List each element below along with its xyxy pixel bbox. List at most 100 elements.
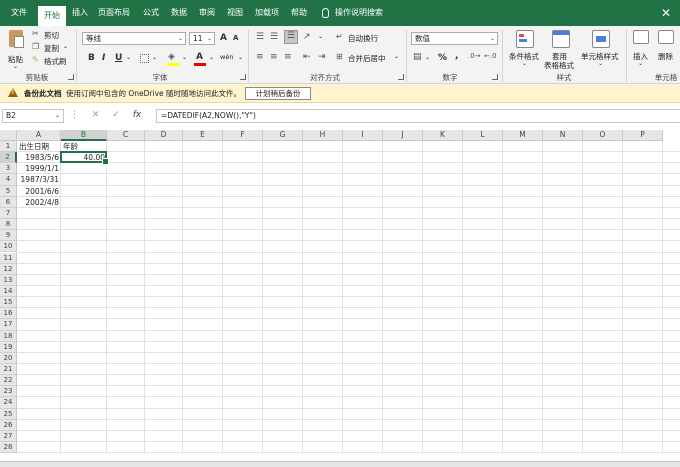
row-header-19[interactable]: 19 [0, 341, 17, 353]
decrease-indent-icon[interactable]: ⇤ [303, 52, 311, 62]
row-header-26[interactable]: 26 [0, 419, 17, 431]
align-center-icon[interactable]: ≡ [270, 52, 278, 62]
column-header-b[interactable]: B [61, 130, 107, 141]
decrease-decimal-icon[interactable]: ←.0 [484, 52, 497, 60]
row-header-20[interactable]: 20 [0, 352, 17, 364]
delete-cells-button[interactable]: 删除 [656, 30, 680, 70]
row-header-23[interactable]: 23 [0, 386, 17, 398]
cell-a1[interactable]: 出生日期 [19, 141, 59, 152]
italic-button[interactable]: I [102, 53, 105, 63]
row-header-27[interactable]: 27 [0, 430, 17, 443]
row-header-13[interactable]: 13 [0, 274, 17, 286]
row-header-17[interactable]: 17 [0, 319, 17, 331]
alignment-launcher-icon[interactable] [398, 74, 404, 80]
row-header-8[interactable]: 8 [0, 219, 17, 231]
tab-help[interactable]: 帮助 [288, 0, 310, 26]
insert-function-icon[interactable]: fx [133, 110, 142, 120]
tab-review[interactable]: 审阅 [196, 0, 218, 26]
row-header-12[interactable]: 12 [0, 263, 17, 275]
cell-a3[interactable]: 1999/1/1 [19, 163, 59, 174]
cell-styles-button[interactable]: 单元格样式 ⌄ [580, 30, 622, 70]
cancel-icon[interactable]: ✕ [92, 110, 100, 120]
column-header-h[interactable]: H [303, 130, 343, 141]
select-all-corner[interactable] [0, 130, 17, 141]
conditional-formatting-button[interactable]: 条件格式 ⌄ [508, 30, 542, 70]
font-launcher-icon[interactable] [240, 74, 246, 80]
worksheet-grid[interactable]: A B C D E F G H I J K L M N O P 1 2 3 4 5 6 7 8 9 10 11 12 13 14 15 16 1… [0, 130, 680, 461]
cell-a2[interactable]: 1983/5/6 [19, 152, 59, 163]
tell-me-search[interactable]: 操作说明搜索 [322, 0, 383, 26]
column-header-g[interactable]: G [263, 130, 303, 141]
shrink-font-button[interactable]: A [233, 34, 238, 42]
row-header-22[interactable]: 22 [0, 375, 17, 387]
column-header-l[interactable]: L [463, 130, 503, 141]
chevron-down-icon[interactable]: ⌄ [209, 54, 214, 61]
wrap-text-button[interactable]: ↵ 自动换行 [336, 32, 396, 44]
font-name-select[interactable]: 等线 ⌄ [82, 32, 186, 45]
name-box[interactable]: B2 ⌄ [2, 109, 64, 123]
underline-button[interactable]: U [115, 53, 122, 63]
cell-a6[interactable]: 2002/4/8 [19, 197, 59, 208]
formula-input[interactable]: =DATEDIF(A2,NOW(),"Y") [156, 109, 680, 123]
row-header-28[interactable]: 28 [0, 442, 17, 454]
increase-indent-icon[interactable]: ⇥ [318, 52, 326, 62]
paste-button[interactable]: 粘贴 ⌄ [6, 30, 28, 70]
format-painter-button[interactable]: ✎ 格式刷 [32, 55, 72, 66]
phonetic-button[interactable]: wén [220, 53, 233, 61]
number-format-select[interactable]: 数值 ⌄ [411, 32, 498, 45]
row-header-4[interactable]: 4 [0, 174, 17, 186]
column-header-p[interactable]: P [623, 130, 663, 141]
chevron-down-icon[interactable]: ⌄ [126, 54, 131, 61]
merge-center-button[interactable]: ⊞ 合并后居中 ⌄ [336, 52, 402, 64]
tab-page-layout[interactable]: 页面布局 [96, 0, 132, 26]
format-as-table-button[interactable]: 套用 表格格式 [544, 30, 578, 70]
row-header-2[interactable]: 2 [0, 152, 17, 164]
align-top-icon[interactable]: ☰ [256, 32, 264, 42]
bold-button[interactable]: B [88, 53, 95, 63]
column-header-i[interactable]: I [343, 130, 383, 141]
tab-home[interactable]: 开始 [38, 6, 66, 26]
orientation-icon[interactable]: ↗ [303, 32, 311, 42]
tab-formulas[interactable]: 公式 [140, 0, 162, 26]
row-header-9[interactable]: 9 [0, 230, 17, 242]
chevron-down-icon[interactable]: ⌄ [182, 54, 187, 61]
chevron-down-icon[interactable]: ⌄ [425, 54, 430, 61]
chevron-down-icon[interactable]: ⌄ [238, 54, 243, 61]
number-launcher-icon[interactable] [492, 74, 498, 80]
align-middle-icon[interactable]: ☰ [270, 32, 278, 42]
schedule-backup-button[interactable]: 计划稍后备份 [245, 87, 311, 100]
align-right-icon[interactable]: ≡ [284, 52, 292, 62]
comma-style-button[interactable]: , [455, 51, 458, 61]
chevron-down-icon[interactable]: ⌄ [152, 54, 157, 61]
grow-font-button[interactable]: A [220, 33, 227, 43]
clipboard-launcher-icon[interactable] [68, 74, 74, 80]
row-header-3[interactable]: 3 [0, 163, 17, 175]
increase-decimal-icon[interactable]: .0→ [468, 52, 481, 60]
enter-icon[interactable]: ✓ [112, 110, 120, 120]
font-color-button[interactable]: A [194, 52, 208, 66]
column-header-a[interactable]: A [17, 130, 61, 141]
row-header-6[interactable]: 6 [0, 196, 17, 208]
column-header-e[interactable]: E [183, 130, 223, 141]
close-icon[interactable]: ✕ [656, 0, 676, 26]
row-header-25[interactable]: 25 [0, 408, 17, 420]
borders-icon[interactable] [140, 54, 149, 63]
row-header-16[interactable]: 16 [0, 308, 17, 320]
percent-style-button[interactable]: % [438, 53, 447, 63]
row-header-1[interactable]: 1 [0, 141, 17, 153]
column-header-c[interactable]: C [107, 130, 145, 141]
align-left-icon[interactable]: ≡ [256, 52, 264, 62]
column-header-m[interactable]: M [503, 130, 543, 141]
row-header-14[interactable]: 14 [0, 285, 17, 298]
more-options-icon[interactable]: ⋮ [70, 110, 79, 120]
tab-data[interactable]: 数据 [168, 0, 190, 26]
row-header-5[interactable]: 5 [0, 185, 17, 197]
row-header-7[interactable]: 7 [0, 207, 17, 220]
row-header-15[interactable]: 15 [0, 297, 17, 309]
column-header-k[interactable]: K [423, 130, 463, 141]
row-header-21[interactable]: 21 [0, 364, 17, 376]
fill-color-button[interactable]: ◈ [167, 52, 181, 66]
cell-a5[interactable]: 2001/6/6 [19, 186, 59, 197]
cell-a4[interactable]: 1987/3/31 [19, 174, 59, 185]
font-size-select[interactable]: 11 ⌄ [189, 32, 215, 45]
